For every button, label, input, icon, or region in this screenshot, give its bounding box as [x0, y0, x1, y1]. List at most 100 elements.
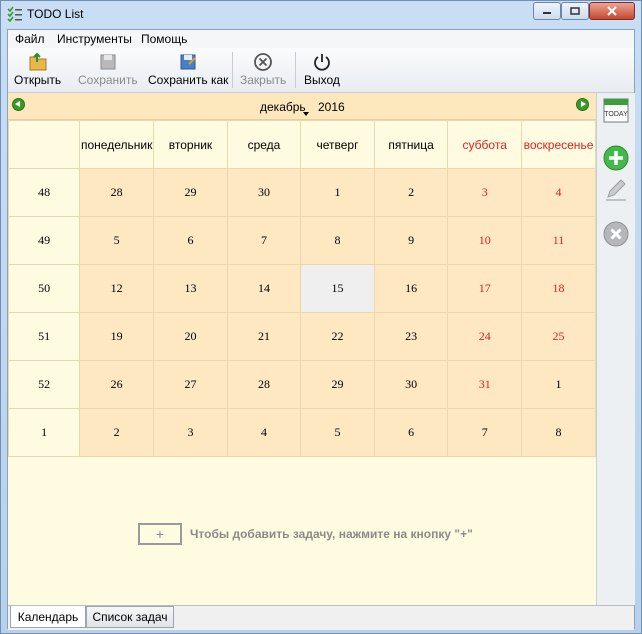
day-cell[interactable]: 29	[153, 168, 228, 217]
add-task-icon[interactable]	[603, 145, 629, 171]
title-bar[interactable]: TODO List	[1, 1, 641, 28]
day-cell[interactable]: 14	[226, 264, 302, 313]
maximize-icon	[570, 7, 580, 15]
menu-file[interactable]: Файл	[15, 32, 45, 46]
day-cell[interactable]: 21	[226, 312, 302, 361]
today-calendar-icon[interactable]: TODAY	[603, 97, 629, 123]
delete-task-icon[interactable]	[603, 221, 629, 247]
month-dropdown-caret-icon[interactable]	[303, 112, 309, 116]
exit-label: Выход	[304, 73, 340, 87]
day-cell[interactable]: 2	[79, 408, 155, 457]
day-cell[interactable]: 7	[226, 216, 302, 265]
weekday-header: понедельник	[79, 120, 155, 169]
menu-help[interactable]: Помощь	[141, 32, 187, 46]
day-cell[interactable]: 27	[153, 360, 228, 409]
calendar-grid: понедельник вторник среда четверг пятниц…	[7, 120, 596, 457]
day-cell[interactable]: 8	[521, 408, 596, 457]
day-cell[interactable]: 22	[300, 312, 375, 361]
week-row: 51 19 20 21 22 23 24 25	[7, 312, 596, 361]
save-as-button[interactable]: Сохранить как	[148, 50, 228, 90]
close-window-button[interactable]	[589, 2, 635, 20]
day-cell[interactable]: 4	[226, 408, 302, 457]
save-as-label: Сохранить как	[148, 73, 229, 87]
weekday-header: среда	[226, 120, 302, 169]
day-cell[interactable]: 12	[79, 264, 155, 313]
day-cell[interactable]: 30	[373, 360, 449, 409]
day-cell[interactable]: 23	[373, 312, 449, 361]
day-cell[interactable]: 11	[521, 216, 596, 265]
week-number: 48	[7, 168, 81, 217]
day-cell[interactable]: 30	[226, 168, 302, 217]
side-toolbar: TODAY	[596, 93, 635, 605]
day-cell-today[interactable]: 15	[300, 264, 375, 313]
day-cell[interactable]: 26	[79, 360, 155, 409]
add-task-hint-button[interactable]: +	[138, 523, 182, 545]
day-cell[interactable]: 25	[521, 312, 596, 361]
toolbar-separator	[232, 52, 233, 88]
day-cell[interactable]: 17	[447, 264, 523, 313]
day-cell[interactable]: 10	[447, 216, 523, 265]
open-button[interactable]: Открыть	[14, 50, 61, 90]
day-cell[interactable]: 31	[447, 360, 523, 409]
weekday-header: пятница	[373, 120, 449, 169]
day-cell[interactable]: 28	[226, 360, 302, 409]
week-row: 49 5 6 7 8 9 10 11	[7, 216, 596, 265]
day-cell[interactable]: 7	[447, 408, 523, 457]
prev-month-arrow-icon[interactable]	[12, 98, 25, 111]
day-cell[interactable]: 19	[79, 312, 155, 361]
day-cell[interactable]: 18	[521, 264, 596, 313]
week-number: 1	[7, 408, 81, 457]
toolbar-separator	[295, 52, 296, 88]
open-label: Открыть	[14, 73, 62, 87]
exit-button[interactable]: Выход	[304, 50, 340, 90]
day-cell[interactable]: 9	[373, 216, 449, 265]
edit-task-pencil-icon[interactable]	[603, 177, 629, 203]
menu-bar: Файл Инструменты Помощь	[8, 30, 634, 48]
day-cell[interactable]: 24	[447, 312, 523, 361]
day-cell[interactable]: 2	[373, 168, 449, 217]
open-folder-icon	[29, 52, 47, 71]
year-label[interactable]: 2016	[318, 100, 345, 114]
maximize-button[interactable]	[561, 2, 589, 20]
tab-task-list[interactable]: Список задач	[86, 606, 174, 628]
minimize-button[interactable]	[533, 2, 561, 20]
client-area: Файл Инструменты Помощь Открыть Сохранит…	[7, 29, 635, 630]
day-cell[interactable]: 20	[153, 312, 228, 361]
day-cell[interactable]: 6	[153, 216, 228, 265]
week-number: 50	[7, 264, 81, 313]
day-cell[interactable]: 3	[153, 408, 228, 457]
today-icon-text: TODAY	[604, 111, 628, 118]
week-row: 48 28 29 30 1 2 3 4	[7, 168, 596, 217]
empty-task-hint-text: Чтобы добавить задачу, нажмите на кнопку…	[190, 527, 473, 541]
close-file-label: Закрыть	[240, 73, 287, 87]
week-number: 52	[7, 360, 81, 409]
day-cell[interactable]: 13	[153, 264, 228, 313]
menu-tools[interactable]: Инструменты	[57, 32, 132, 46]
day-cell[interactable]: 29	[300, 360, 375, 409]
empty-task-hint: + Чтобы добавить задачу, нажмите на кноп…	[138, 523, 473, 545]
week-row: 52 26 27 28 29 30 31 1	[7, 360, 596, 409]
day-cell[interactable]: 1	[521, 360, 596, 409]
view-tabs: Календарь Список задач	[8, 605, 634, 630]
close-icon	[607, 6, 617, 16]
close-circle-icon	[254, 53, 273, 71]
close-file-button[interactable]: Закрыть	[240, 50, 286, 90]
day-cell[interactable]: 28	[79, 168, 155, 217]
day-cell[interactable]: 4	[521, 168, 596, 217]
day-cell[interactable]: 5	[79, 216, 155, 265]
day-cell[interactable]: 16	[373, 264, 449, 313]
day-cell[interactable]: 8	[300, 216, 375, 265]
month-selector[interactable]: декабрь	[260, 100, 306, 114]
day-cell[interactable]: 3	[447, 168, 523, 217]
day-cell[interactable]: 1	[300, 168, 375, 217]
toolbar: Открыть Сохранить Сохранить как Закрыть …	[8, 48, 634, 93]
day-cell[interactable]: 5	[300, 408, 375, 457]
next-month-arrow-icon[interactable]	[576, 98, 589, 111]
week-number: 51	[7, 312, 81, 361]
window-title: TODO List	[27, 7, 84, 21]
save-button[interactable]: Сохранить	[78, 50, 138, 90]
weekday-header: четверг	[300, 120, 375, 169]
day-cell[interactable]: 6	[373, 408, 449, 457]
tab-calendar[interactable]: Календарь	[10, 606, 86, 628]
weekday-header-sunday: воскресенье	[521, 120, 596, 169]
